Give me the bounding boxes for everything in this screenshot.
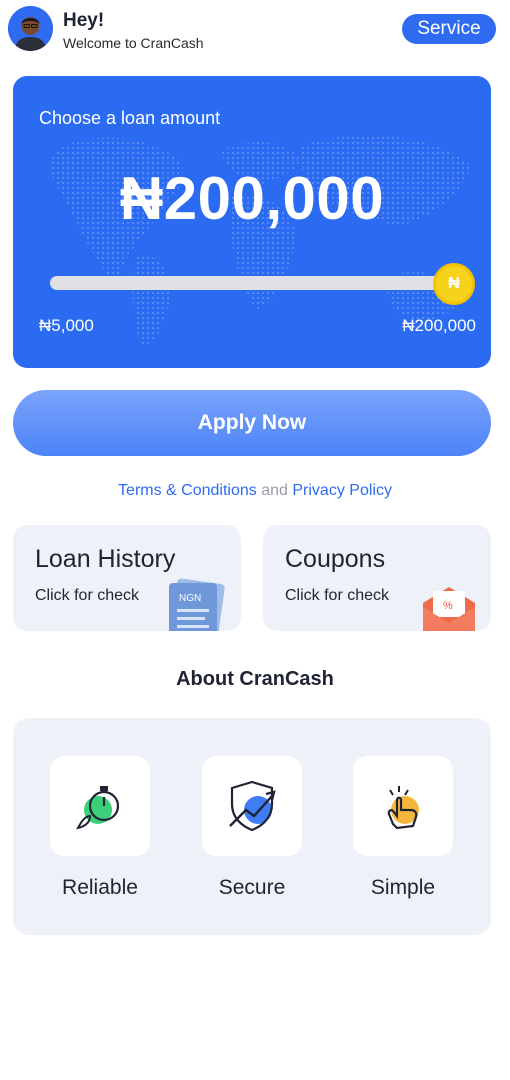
feature-secure: Secure [202,756,302,900]
terms-link[interactable]: Terms & Conditions [118,482,257,499]
service-button[interactable]: Service [402,14,496,44]
naira-glyph: ₦ [448,275,460,292]
loan-amount-value: ₦200,000 [119,165,385,232]
slider-min-label: ₦5,000 [39,316,94,335]
welcome-text: Welcome to CranCash [63,35,204,51]
about-title: About CranCash [176,668,334,690]
loan-amount-label: Choose a loan amount [39,108,221,128]
coupon-icon: % [423,587,475,631]
feature-simple: Simple [353,756,453,900]
feature-icon-box [353,756,453,856]
coupons-title: Coupons [285,545,386,573]
legal-and-text: and [261,482,288,499]
shield-icon [229,780,276,832]
feature-reliable: Reliable [50,756,150,900]
feature-label-secure: Secure [218,876,286,899]
coupons-tile[interactable]: Coupons Click for check % [263,525,491,631]
coupons-subtitle: Click for check [285,587,390,604]
feature-icon-box [202,756,302,856]
slider-thumb-coin-icon[interactable]: ₦ [433,263,475,305]
apply-now-button[interactable]: Apply Now [13,390,491,456]
avatar-icon [8,6,53,51]
loan-history-subtitle: Click for check [35,587,140,604]
tap-hand-icon [387,786,419,830]
avatar[interactable] [8,6,53,51]
header: Hey! Welcome to CranCash Service [0,0,510,60]
loan-history-title: Loan History [35,545,176,573]
legal-links: Terms & Conditions and Privacy Policy [0,482,510,500]
feature-label-simple: Simple [370,876,436,899]
feature-icon-box [50,756,150,856]
greeting-text: Hey! [63,10,105,31]
loan-amount-card: Choose a loan amount ₦200,000 ₦ ₦5,000 ₦… [13,76,491,368]
privacy-link[interactable]: Privacy Policy [292,482,392,499]
slider-max-label: ₦200,000 [402,316,476,335]
document-icon: NGN [169,578,225,631]
feature-label-reliable: Reliable [62,876,138,899]
loan-amount-slider[interactable] [50,276,450,290]
ngn-text: NGN [179,593,201,604]
stopwatch-rocket-icon [76,786,120,830]
about-card: Reliable Secure Simple [13,718,491,935]
loan-history-tile[interactable]: Loan History Click for check NGN [13,525,241,631]
percent-text: % [443,600,453,612]
